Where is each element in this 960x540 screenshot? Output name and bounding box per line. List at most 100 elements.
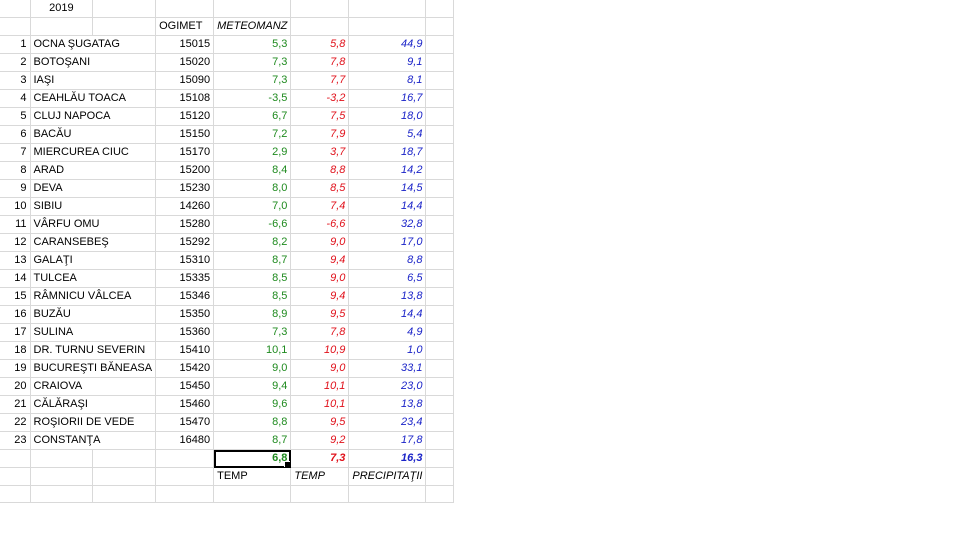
cell[interactable] — [213, 0, 292, 18]
station-name-cell[interactable]: CONSTANŢA — [30, 431, 157, 450]
cell[interactable] — [0, 485, 31, 503]
station-code-cell[interactable]: 15360 — [155, 323, 215, 342]
ogimet-temp-cell[interactable]: -3,5 — [213, 89, 292, 108]
station-name-cell[interactable]: CRAIOVA — [30, 377, 157, 396]
cell[interactable] — [155, 449, 215, 468]
cell[interactable] — [425, 251, 455, 270]
cell[interactable] — [425, 0, 455, 18]
cell[interactable] — [155, 0, 215, 18]
cell[interactable] — [425, 485, 455, 503]
precip-cell[interactable]: 23,0 — [348, 377, 427, 396]
meteomanz-temp-cell[interactable]: 9,4 — [290, 287, 350, 306]
station-name-cell[interactable]: CARANSEBEŞ — [30, 233, 157, 252]
row-index-cell[interactable]: 1 — [0, 35, 31, 54]
station-name-cell[interactable]: TULCEA — [30, 269, 157, 288]
ogimet-temp-cell[interactable]: 10,1 — [213, 341, 292, 360]
cell[interactable] — [425, 107, 455, 126]
row-index-cell[interactable]: 19 — [0, 359, 31, 378]
precip-cell[interactable]: 5,4 — [348, 125, 427, 144]
meteomanz-temp-cell[interactable]: 5,8 — [290, 35, 350, 54]
row-index-cell[interactable]: 11 — [0, 215, 31, 234]
row-index-cell[interactable]: 7 — [0, 143, 31, 162]
row-index-cell[interactable]: 3 — [0, 71, 31, 90]
cell[interactable] — [213, 485, 292, 503]
meteomanz-temp-cell[interactable]: 10,1 — [290, 377, 350, 396]
cell[interactable] — [348, 0, 427, 18]
station-code-cell[interactable]: 15015 — [155, 35, 215, 54]
station-name-cell[interactable]: SIBIU — [30, 197, 157, 216]
station-name-cell[interactable]: DR. TURNU SEVERIN — [30, 341, 157, 360]
row-index-cell[interactable]: 2 — [0, 53, 31, 72]
station-code-cell[interactable]: 14260 — [155, 197, 215, 216]
station-name-cell[interactable]: VÂRFU OMU — [30, 215, 157, 234]
ogimet-temp-cell[interactable]: 7,3 — [213, 71, 292, 90]
ogimet-temp-cell[interactable]: 8,0 — [213, 179, 292, 198]
precip-footer-label[interactable]: PRECIPITAŢII — [348, 467, 427, 486]
station-code-cell[interactable]: 15020 — [155, 53, 215, 72]
ogimet-footer-label[interactable]: TEMP — [213, 467, 292, 486]
station-name-cell[interactable]: CĂLĂRAŞI — [30, 395, 157, 414]
cell[interactable] — [425, 341, 455, 360]
cell[interactable] — [348, 17, 427, 36]
precip-cell[interactable]: 33,1 — [348, 359, 427, 378]
station-code-cell[interactable]: 15200 — [155, 161, 215, 180]
station-name-cell[interactable]: CEAHLĂU TOACA — [30, 89, 157, 108]
ogimet-average-cell[interactable]: 6,8 — [213, 449, 292, 468]
cell[interactable] — [425, 377, 455, 396]
station-name-cell[interactable]: SULINA — [30, 323, 157, 342]
ogimet-temp-cell[interactable]: 5,3 — [213, 35, 292, 54]
precip-cell[interactable]: 8,1 — [348, 71, 427, 90]
row-index-cell[interactable]: 21 — [0, 395, 31, 414]
cell[interactable] — [425, 197, 455, 216]
meteomanz-temp-cell[interactable]: 10,9 — [290, 341, 350, 360]
cell[interactable] — [425, 305, 455, 324]
station-code-cell[interactable]: 15410 — [155, 341, 215, 360]
cell[interactable] — [30, 449, 94, 468]
cell[interactable] — [0, 17, 31, 36]
station-code-cell[interactable]: 15350 — [155, 305, 215, 324]
meteomanz-temp-cell[interactable]: -6,6 — [290, 215, 350, 234]
ogimet-temp-cell[interactable]: -6,6 — [213, 215, 292, 234]
ogimet-temp-cell[interactable]: 8,2 — [213, 233, 292, 252]
station-name-cell[interactable]: BUZĂU — [30, 305, 157, 324]
station-name-cell[interactable]: BACĂU — [30, 125, 157, 144]
meteomanz-temp-cell[interactable]: 7,8 — [290, 53, 350, 72]
station-code-cell[interactable]: 15470 — [155, 413, 215, 432]
meteomanz-temp-cell[interactable]: 7,9 — [290, 125, 350, 144]
meteomanz-temp-cell[interactable]: 7,7 — [290, 71, 350, 90]
cell[interactable] — [425, 143, 455, 162]
row-index-cell[interactable]: 15 — [0, 287, 31, 306]
cell[interactable] — [425, 449, 455, 468]
precip-cell[interactable]: 18,0 — [348, 107, 427, 126]
ogimet-temp-cell[interactable]: 8,8 — [213, 413, 292, 432]
row-index-cell[interactable]: 22 — [0, 413, 31, 432]
ogimet-temp-cell[interactable]: 2,9 — [213, 143, 292, 162]
meteomanz-temp-cell[interactable]: -3,2 — [290, 89, 350, 108]
cell[interactable] — [0, 0, 31, 18]
meteomanz-temp-cell[interactable]: 8,8 — [290, 161, 350, 180]
meteomanz-temp-cell[interactable]: 9,5 — [290, 305, 350, 324]
station-code-cell[interactable]: 15108 — [155, 89, 215, 108]
ogimet-temp-cell[interactable]: 6,7 — [213, 107, 292, 126]
station-code-cell[interactable]: 15150 — [155, 125, 215, 144]
ogimet-temp-cell[interactable]: 9,6 — [213, 395, 292, 414]
precip-cell[interactable]: 17,8 — [348, 431, 427, 450]
cell[interactable] — [425, 89, 455, 108]
cell[interactable] — [290, 0, 350, 18]
cell[interactable] — [425, 17, 455, 36]
cell[interactable] — [425, 179, 455, 198]
station-code-cell[interactable]: 15120 — [155, 107, 215, 126]
cell[interactable] — [425, 35, 455, 54]
station-code-cell[interactable]: 16480 — [155, 431, 215, 450]
station-code-cell[interactable]: 15230 — [155, 179, 215, 198]
row-index-cell[interactable]: 23 — [0, 431, 31, 450]
cell[interactable] — [0, 467, 31, 486]
year-cell[interactable]: 2019 — [30, 0, 94, 18]
precip-cell[interactable]: 23,4 — [348, 413, 427, 432]
station-name-cell[interactable]: IAŞI — [30, 71, 157, 90]
precip-cell[interactable]: 8,8 — [348, 251, 427, 270]
ogimet-temp-cell[interactable]: 8,5 — [213, 287, 292, 306]
meteomanz-temp-cell[interactable]: 9,4 — [290, 251, 350, 270]
row-index-cell[interactable]: 4 — [0, 89, 31, 108]
cell[interactable] — [92, 485, 157, 503]
